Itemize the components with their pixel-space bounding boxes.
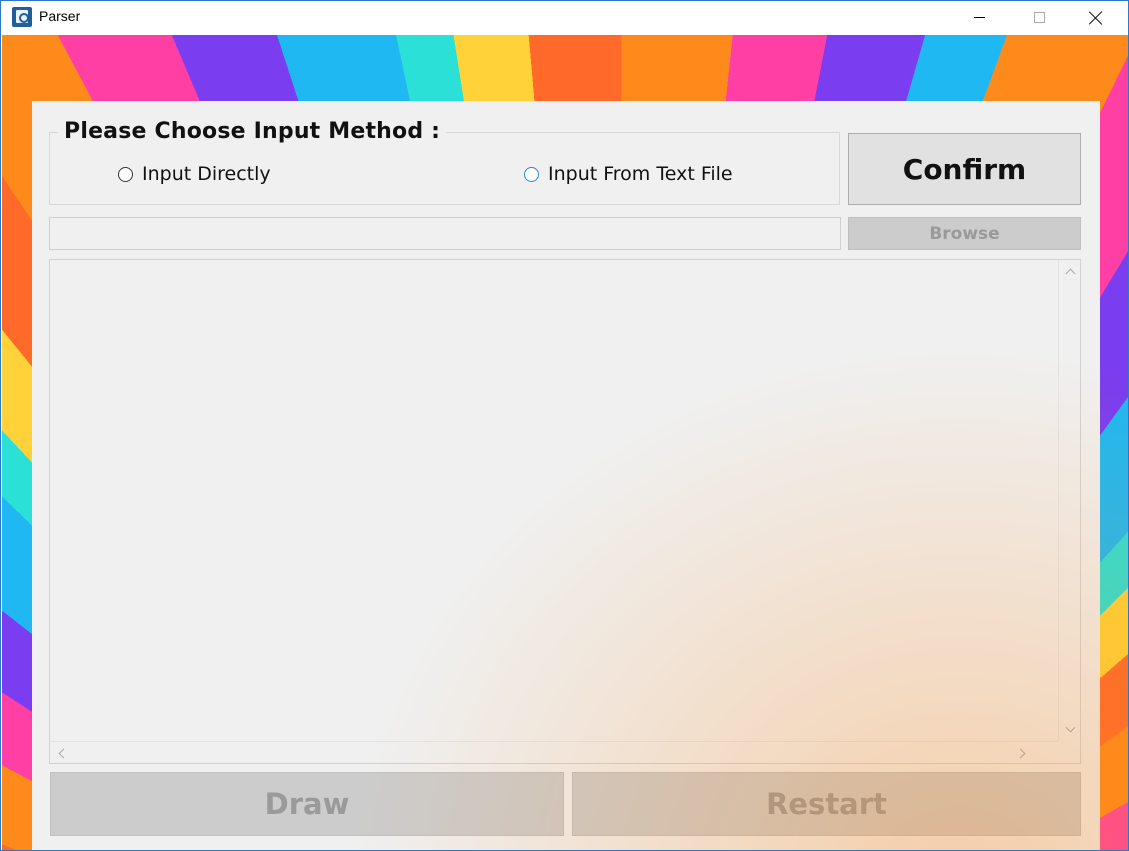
browse-button[interactable]: Browse — [848, 217, 1081, 250]
maximize-button[interactable] — [1016, 1, 1062, 34]
radio-circle[interactable] — [118, 166, 133, 182]
scroll-right-icon[interactable] — [1015, 748, 1026, 759]
horizontal-scrollbar[interactable] — [50, 741, 1058, 763]
window-title: Parser — [39, 8, 81, 24]
title-bar[interactable]: Parser — [1, 1, 1128, 34]
input-from-file-radio[interactable]: Input From Text File — [524, 163, 733, 185]
close-button[interactable] — [1073, 1, 1119, 34]
minimize-button[interactable] — [956, 1, 1002, 34]
input-text-area[interactable] — [49, 259, 1081, 764]
input-method-heading: Please Choose Input Method : — [58, 119, 447, 144]
app-icon — [12, 7, 32, 27]
restart-button[interactable]: Restart — [572, 772, 1081, 836]
main-panel: Please Choose Input Method : Input Direc… — [32, 101, 1100, 850]
input-directly-label: Input Directly — [142, 163, 271, 185]
scroll-down-icon[interactable] — [1065, 722, 1076, 733]
draw-button[interactable]: Draw — [50, 772, 564, 836]
maximize-icon — [1033, 12, 1045, 23]
file-path-field[interactable] — [49, 217, 841, 250]
background-wallpaper: Please Choose Input Method : Input Direc… — [2, 35, 1128, 850]
scrollbar-corner — [1058, 741, 1080, 763]
input-from-file-label: Input From Text File — [548, 163, 733, 185]
app-window: Parser Please Choose Input Method : Inpu… — [0, 0, 1129, 851]
close-icon — [1089, 11, 1103, 25]
confirm-button[interactable]: Confirm — [848, 133, 1081, 205]
radio-circle[interactable] — [524, 166, 539, 182]
vertical-scrollbar[interactable] — [1058, 260, 1080, 741]
input-method-group — [49, 132, 840, 205]
input-directly-radio[interactable]: Input Directly — [118, 163, 271, 185]
minimize-icon — [973, 17, 985, 18]
scroll-left-icon[interactable] — [58, 748, 69, 759]
scroll-up-icon[interactable] — [1065, 268, 1076, 279]
